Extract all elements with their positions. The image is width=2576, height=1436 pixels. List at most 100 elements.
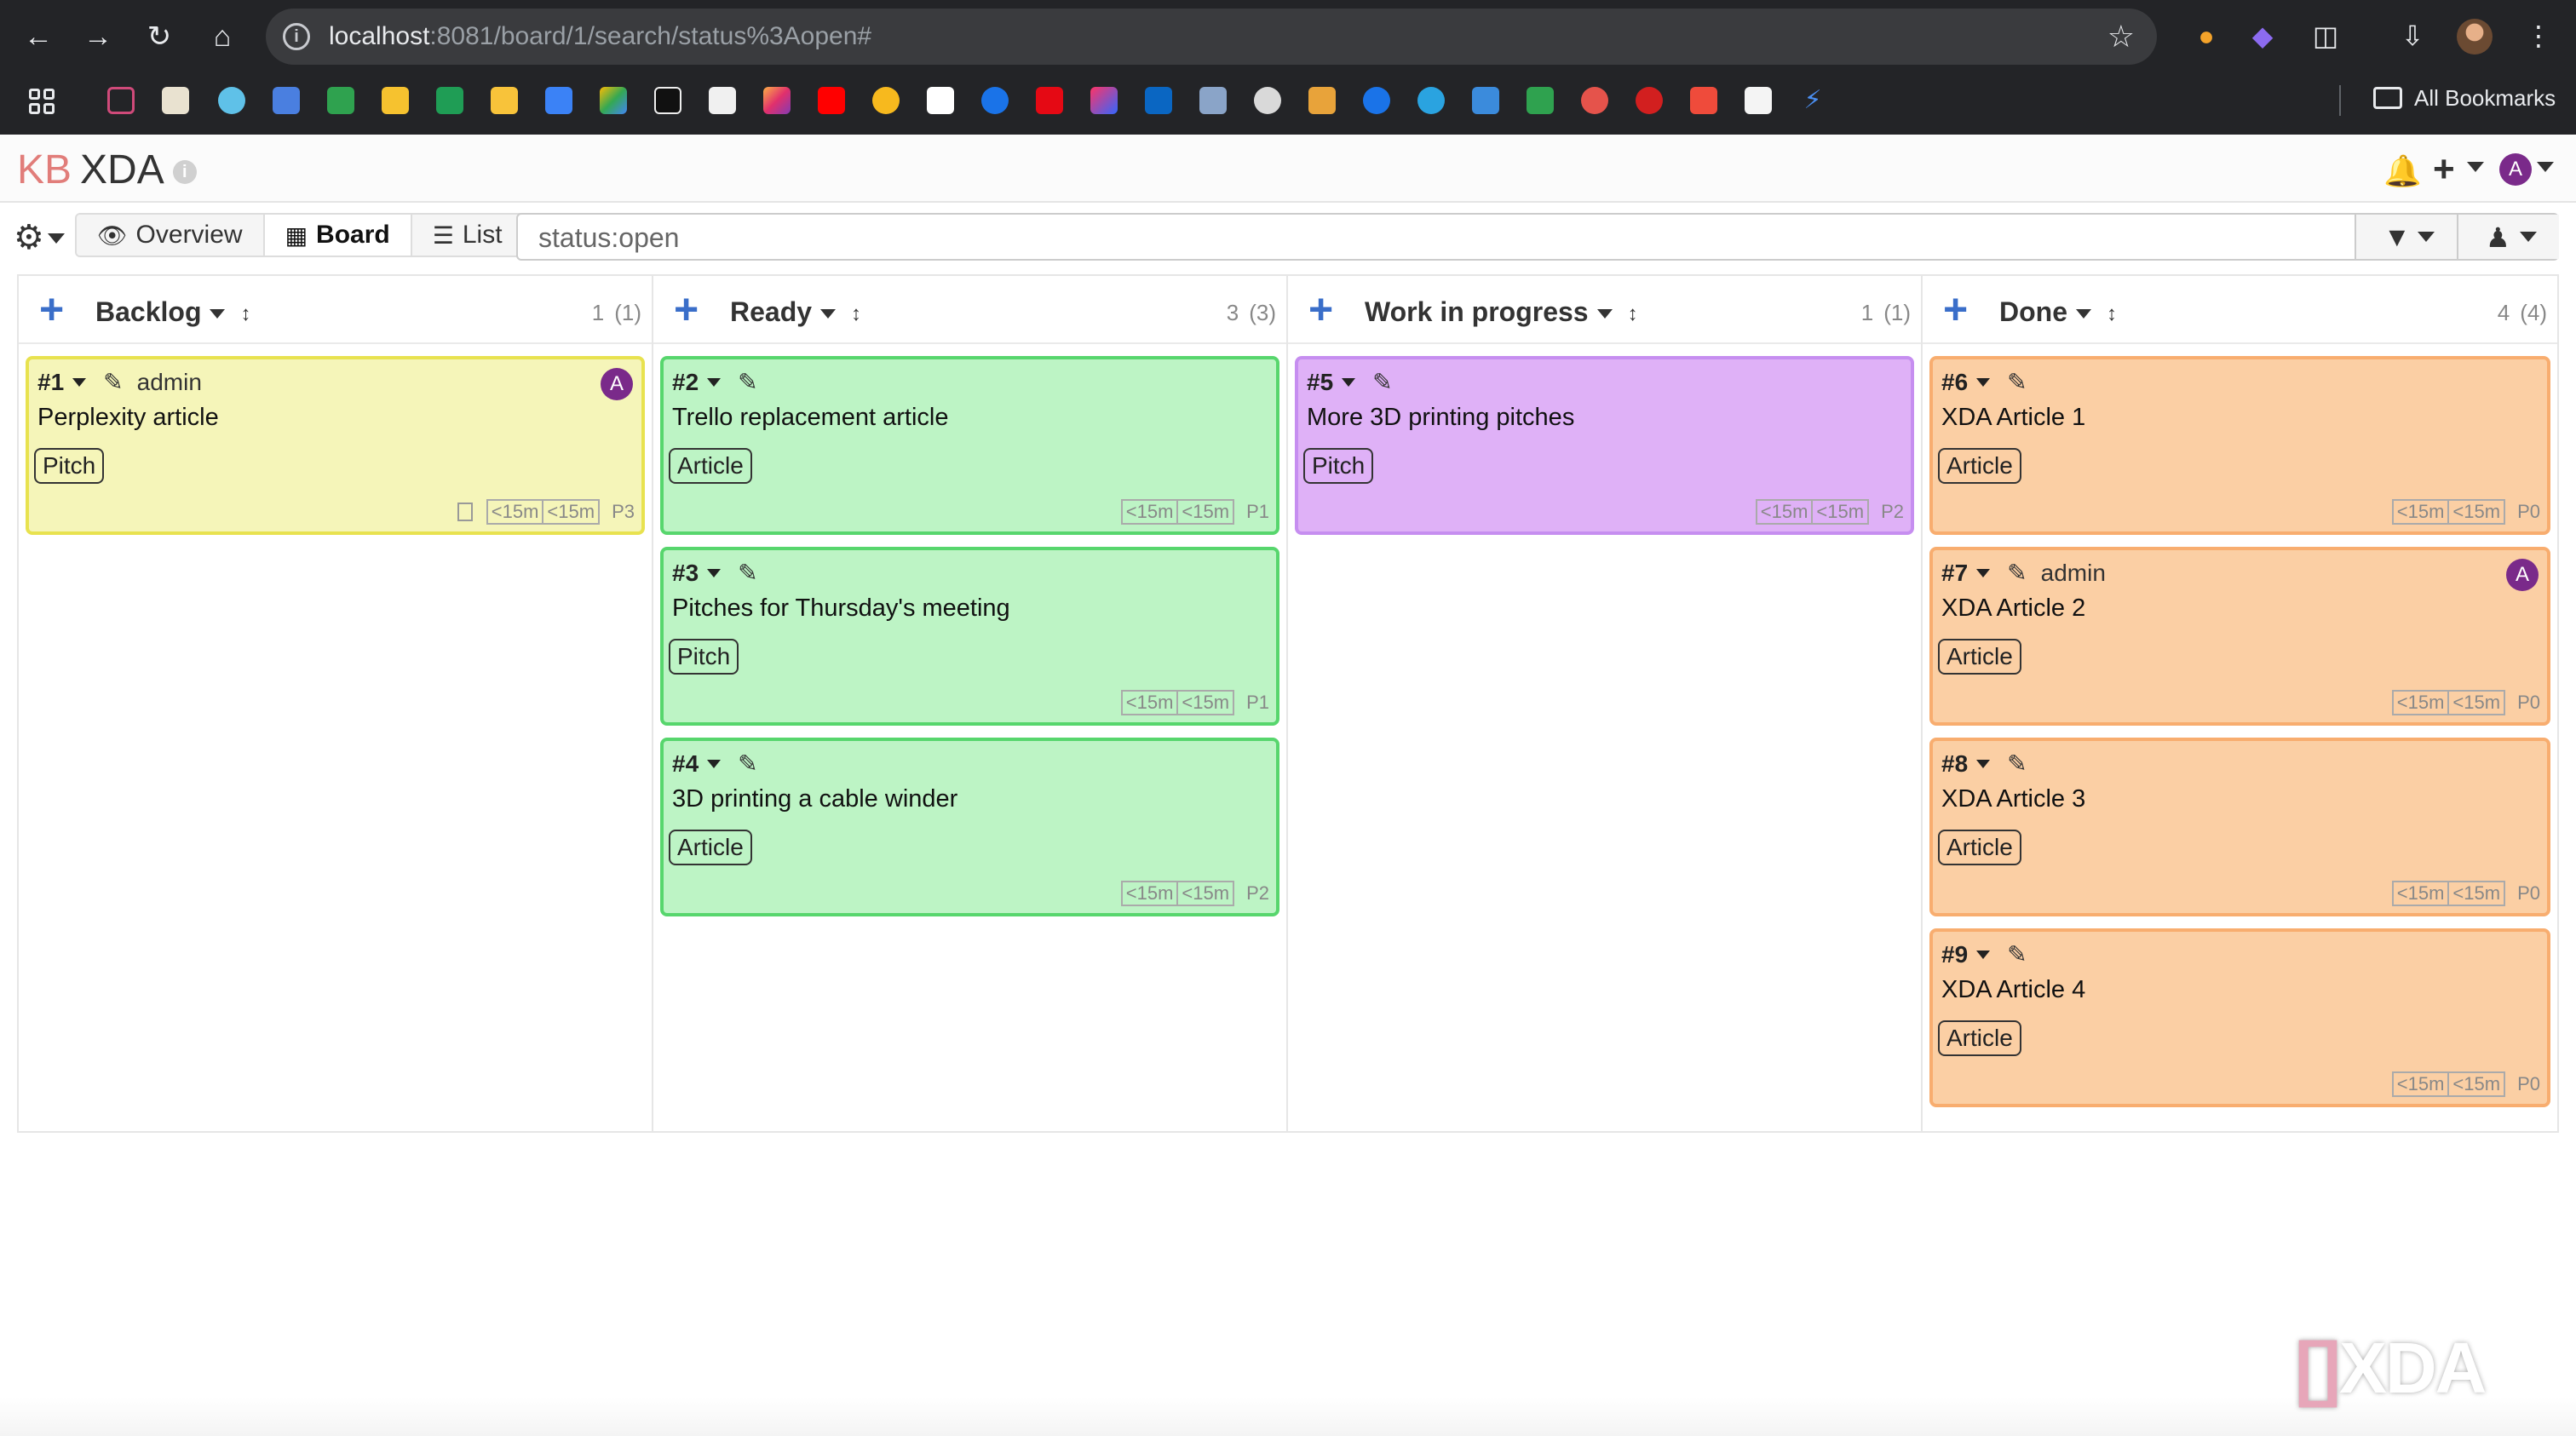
view-list-button[interactable]: ☰ List (411, 215, 523, 256)
gear-icon[interactable]: ⚙ (14, 218, 44, 257)
task-id[interactable]: #4 (672, 750, 699, 778)
forward-arrow-icon[interactable]: → (78, 17, 118, 56)
bookmark-icon[interactable] (491, 87, 518, 114)
task-card[interactable]: #9 ✎ XDA Article 4 Article <15m <15m P0 (1929, 928, 2550, 1107)
sort-icon[interactable]: ↕ (1628, 303, 1638, 324)
extension-gem-icon[interactable]: ◆ (2245, 19, 2280, 53)
card-caret-icon[interactable] (1976, 377, 1991, 387)
card-caret-icon[interactable] (1976, 950, 1991, 959)
edit-icon[interactable]: ✎ (2007, 750, 2027, 778)
create-plus-icon[interactable]: + (2433, 148, 2455, 191)
bookmark-icon[interactable] (218, 87, 245, 114)
task-title[interactable]: 3D printing a cable winder (672, 785, 957, 813)
task-id[interactable]: #6 (1941, 369, 1968, 396)
column-caret-icon[interactable] (820, 309, 837, 319)
task-title[interactable]: More 3D printing pitches (1307, 404, 1574, 432)
task-id[interactable]: #7 (1941, 560, 1968, 587)
add-task-plus-icon[interactable]: + (39, 288, 64, 330)
task-id[interactable]: #9 (1941, 941, 1968, 968)
user-menu-caret-icon[interactable] (2537, 162, 2554, 172)
profile-avatar[interactable] (2457, 19, 2493, 55)
bookmark-icon[interactable] (1472, 87, 1499, 114)
card-caret-icon[interactable] (72, 377, 87, 387)
youtube-icon[interactable] (818, 87, 845, 114)
user-filter-button[interactable]: ♟ (2457, 215, 2559, 259)
column-caret-icon[interactable] (1596, 309, 1613, 319)
gear-caret-icon[interactable] (48, 233, 65, 244)
edit-icon[interactable]: ✎ (2007, 940, 2027, 968)
task-card[interactable]: #3 ✎ Pitches for Thursday's meeting Pitch… (660, 547, 1279, 726)
extensions-puzzle-icon[interactable]: ◫ (2309, 19, 2343, 53)
add-task-plus-icon[interactable]: + (1943, 288, 1968, 330)
edit-icon[interactable]: ✎ (2007, 368, 2027, 396)
bookmark-icon[interactable] (600, 87, 627, 114)
column-title[interactable]: Backlog ↕ (95, 296, 250, 328)
task-title[interactable]: Pitches for Thursday's meeting (672, 595, 1010, 623)
edit-icon[interactable]: ✎ (2007, 559, 2027, 587)
task-id[interactable]: #1 (37, 369, 64, 396)
task-title[interactable]: XDA Article 3 (1941, 785, 2085, 813)
edit-icon[interactable]: ✎ (103, 368, 123, 396)
bookmark-icon[interactable] (1581, 87, 1608, 114)
site-info-icon[interactable]: i (283, 23, 310, 50)
bookmark-star-icon[interactable]: ☆ (2107, 19, 2135, 55)
bookmark-icon[interactable] (1636, 87, 1663, 114)
add-task-plus-icon[interactable]: + (1308, 288, 1333, 330)
bookmark-icon[interactable] (545, 87, 572, 114)
task-title[interactable]: Perplexity article (37, 404, 219, 432)
home-icon[interactable]: ⌂ (203, 17, 242, 56)
add-task-plus-icon[interactable]: + (674, 288, 699, 330)
bookmark-icon[interactable] (382, 87, 409, 114)
notifications-bell-icon[interactable]: 🔔 (2383, 153, 2422, 189)
logo-kb[interactable]: KB (17, 147, 72, 192)
bookmark-icon[interactable] (709, 87, 736, 114)
task-card[interactable]: #1 ✎ admin A Perplexity article Pitch <15m… (26, 356, 645, 535)
linkedin-icon[interactable] (1145, 87, 1172, 114)
task-card[interactable]: #6 ✎ XDA Article 1 Article <15m <15m P0 (1929, 356, 2550, 535)
task-card[interactable]: #4 ✎ 3D printing a cable winder Article <… (660, 738, 1279, 916)
extension-drop-icon[interactable]: ● (2189, 19, 2223, 53)
kebab-menu-icon[interactable]: ⋮ (2521, 19, 2556, 53)
bookmark-icon[interactable] (1308, 87, 1336, 114)
view-board-button[interactable]: ▦ Board (264, 215, 412, 256)
netflix-icon[interactable] (1036, 87, 1063, 114)
task-card[interactable]: #7 ✎ admin A XDA Article 2 Article <15m <15… (1929, 547, 2550, 726)
card-caret-icon[interactable] (1342, 377, 1356, 387)
task-id[interactable]: #2 (672, 369, 699, 396)
edit-icon[interactable]: ✎ (738, 368, 757, 396)
telegram-icon[interactable] (1417, 87, 1445, 114)
instagram-icon[interactable] (763, 87, 791, 114)
all-bookmarks-link[interactable]: All Bookmarks (2414, 85, 2556, 112)
edit-icon[interactable]: ✎ (738, 750, 757, 778)
card-caret-icon[interactable] (1976, 568, 1991, 577)
bookmark-icon[interactable] (1527, 87, 1554, 114)
task-card[interactable]: #8 ✎ XDA Article 3 Article <15m <15m P0 (1929, 738, 2550, 916)
download-icon[interactable]: ⇩ (2395, 19, 2429, 53)
x-icon[interactable] (654, 87, 681, 114)
search-input[interactable] (538, 221, 2327, 254)
amazon-icon[interactable] (927, 87, 954, 114)
info-icon[interactable]: i (172, 160, 197, 185)
task-title[interactable]: XDA Article 4 (1941, 976, 2085, 1004)
task-card[interactable]: #5 ✎ More 3D printing pitches Pitch <15m <… (1295, 356, 1914, 535)
reload-icon[interactable]: ↻ (140, 17, 179, 56)
user-avatar[interactable]: A (2499, 153, 2532, 186)
address-bar[interactable]: i localhost:8081/board/1/search/status%3… (266, 9, 2157, 65)
task-id[interactable]: #5 (1307, 369, 1333, 396)
task-title[interactable]: XDA Article 1 (1941, 404, 2085, 432)
bookmark-icon[interactable] (1254, 87, 1281, 114)
bolt-icon[interactable]: ⚡ (1799, 87, 1826, 114)
bookmark-icon[interactable] (1745, 87, 1772, 114)
card-caret-icon[interactable] (707, 377, 722, 387)
column-title[interactable]: Work in progress ↕ (1365, 296, 1638, 328)
bookmark-icon[interactable] (327, 87, 354, 114)
edit-icon[interactable]: ✎ (1372, 368, 1392, 396)
card-caret-icon[interactable] (1976, 759, 1991, 768)
column-caret-icon[interactable] (2076, 309, 2091, 319)
sort-icon[interactable]: ↕ (851, 303, 861, 324)
task-title[interactable]: Trello replacement article (672, 404, 949, 432)
url-text[interactable]: localhost:8081/board/1/search/status%3Ao… (329, 22, 871, 51)
bookmark-icon[interactable] (1690, 87, 1717, 114)
column-caret-icon[interactable] (210, 309, 226, 319)
card-caret-icon[interactable] (707, 568, 722, 577)
